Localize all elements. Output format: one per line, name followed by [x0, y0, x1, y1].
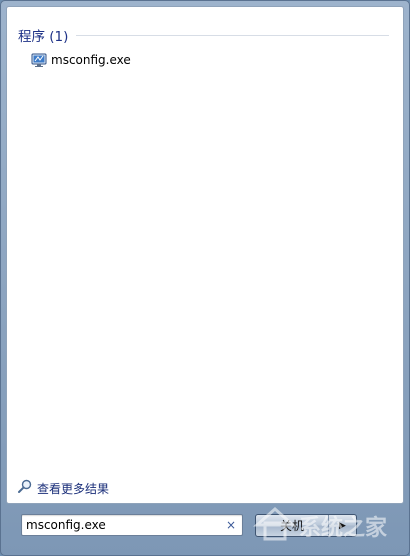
shutdown-options-arrow[interactable]: ▶	[329, 521, 356, 531]
see-more-results-label: 查看更多结果	[37, 481, 110, 496]
programs-group-title: 程序 (1)	[18, 29, 69, 45]
clear-search-button[interactable]: ×	[224, 517, 238, 533]
shutdown-button[interactable]: 关机 ▶	[255, 514, 357, 537]
result-item-label: msconfig.exe	[51, 53, 131, 67]
search-results-pane: 程序 (1) msconfig.exe 查看更多结果	[6, 6, 404, 504]
group-divider	[76, 34, 389, 36]
search-box: ×	[21, 514, 243, 536]
magnifier-icon	[17, 478, 33, 498]
system-config-icon	[31, 52, 47, 68]
programs-group-header: 程序 (1)	[18, 25, 389, 45]
see-more-results-link[interactable]: 查看更多结果	[17, 479, 109, 497]
start-menu: 程序 (1) msconfig.exe 查看更多结果 msconfig.exe …	[0, 0, 410, 556]
search-input[interactable]	[26, 516, 222, 534]
result-item-msconfig[interactable]: msconfig.exe	[31, 50, 131, 70]
shutdown-label[interactable]: 关机	[256, 515, 329, 536]
